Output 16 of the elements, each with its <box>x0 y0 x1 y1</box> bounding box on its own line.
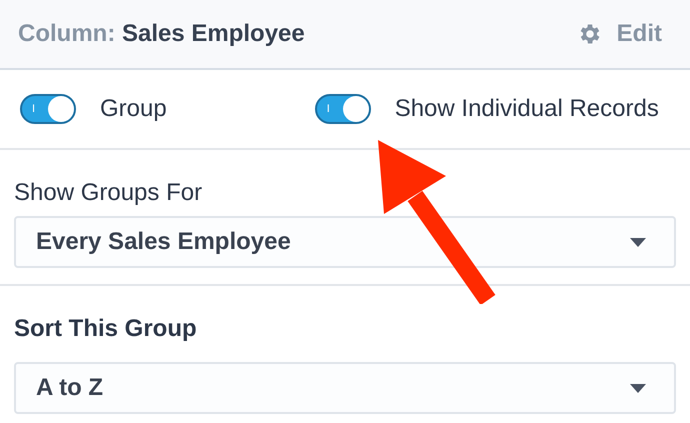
toggle-switch[interactable]: I <box>20 94 76 124</box>
section-label: Show Groups For <box>14 178 204 208</box>
caret-icon <box>630 384 646 392</box>
toggle-knob <box>342 96 369 122</box>
toggle-label: Show Individual Records <box>394 94 659 124</box>
toggle-label: Group <box>100 94 167 124</box>
caret-icon <box>630 238 646 246</box>
dropdown-select[interactable]: A to Z <box>14 362 676 414</box>
toggle-mark: I <box>32 104 36 114</box>
toggle-switch[interactable]: I <box>314 94 371 124</box>
toggle-mark: I <box>326 104 330 114</box>
edit-button[interactable]: Edit <box>576 16 662 52</box>
panel-title: Column: Sales Employee <box>18 19 305 49</box>
dropdown-select[interactable]: Every Sales Employee <box>14 216 676 268</box>
toggle-knob <box>48 96 74 122</box>
section-label: Sort This Group <box>14 314 198 344</box>
